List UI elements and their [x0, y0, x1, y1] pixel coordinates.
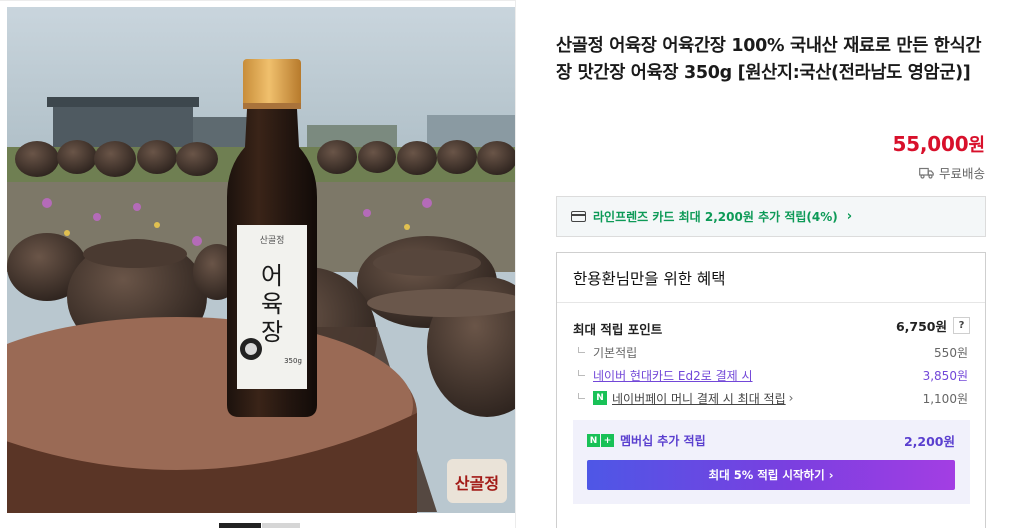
price-amount: 55,000	[892, 132, 969, 156]
membership-row: N + 멤버십 추가 적립 2,200원	[587, 431, 955, 450]
start-membership-button[interactable]: 최대 5% 적립 시작하기 ›	[587, 460, 955, 490]
max-points-label: 최대 적립 포인트	[573, 322, 663, 337]
membership-section: N + 멤버십 추가 적립 2,200원 최대 5% 적립 시작하기 ›	[573, 420, 970, 504]
image-slide-indicator[interactable]	[262, 523, 300, 528]
points-row-link[interactable]: 네이버페이 머니 결제 시 최대 적립	[612, 390, 786, 407]
svg-text:산골정: 산골정	[455, 474, 499, 493]
chevron-right-icon: ›	[846, 209, 853, 224]
points-row-basic: 기본적립 550원	[578, 343, 968, 361]
naver-plus-icon: N +	[587, 434, 614, 447]
price: 55,000 원	[892, 131, 985, 157]
svg-text:350g: 350g	[284, 357, 302, 365]
price-unit: 원	[968, 135, 985, 156]
svg-text:산골정: 산골정	[260, 235, 285, 246]
product-photo-illustration: 산골정 어 육 장 350g 산골정	[7, 7, 515, 513]
card-promo-text: 라인프렌즈 카드 최대 2,200원 추가 적립(4%)	[593, 210, 838, 224]
divider	[557, 302, 985, 303]
membership-label: 멤버십 추가 적립	[620, 434, 706, 448]
tree-branch-icon	[578, 346, 585, 353]
product-image-panel: 산골정 어 육 장 350g 산골정	[0, 0, 516, 528]
product-title: 산골정 어육장 어육간장 100% 국내산 재료로 만든 한식간장 맛간장 어육…	[556, 36, 982, 83]
help-button[interactable]: ?	[953, 317, 970, 334]
image-slide-indicator-active[interactable]	[219, 523, 261, 528]
chevron-right-icon: ›	[828, 468, 834, 482]
points-row-value: 3,850원	[922, 368, 968, 383]
points-row-value: 550원	[934, 345, 968, 360]
member-benefits-panel: 한용환님만을 위한 혜택 최대 적립 포인트 6,750원 ? 기본적립 550…	[556, 252, 986, 528]
max-points: 6,750원 ?	[896, 316, 970, 335]
svg-text:육: 육	[261, 290, 283, 318]
membership-value: 2,200원	[903, 434, 955, 449]
max-points-value: 6,750원	[895, 319, 947, 334]
card-promo-banner[interactable]: 라인프렌즈 카드 최대 2,200원 추가 적립(4%) ›	[556, 196, 986, 237]
points-row-npay-money[interactable]: N 네이버페이 머니 결제 시 최대 적립 › 1,100원	[578, 389, 968, 407]
points-row-value: 1,100원	[922, 391, 968, 406]
truck-icon	[919, 167, 934, 179]
product-info-panel: 산골정 어육장 어육간장 100% 국내산 재료로 만든 한식간장 맛간장 어육…	[517, 0, 1014, 528]
shipping-info: 무료배송	[919, 163, 985, 182]
points-row-hyundai-card[interactable]: 네이버 현대카드 Ed2로 결제 시 3,850원	[578, 366, 968, 384]
points-row-link[interactable]: 네이버 현대카드 Ed2로 결제 시	[593, 367, 753, 384]
shipping-text: 무료배송	[938, 166, 985, 181]
product-photo[interactable]: 산골정 어 육 장 350g 산골정	[7, 7, 515, 513]
points-row-label: 기본적립	[593, 345, 638, 360]
credit-card-icon	[571, 211, 586, 222]
start-membership-label: 최대 5% 적립 시작하기	[708, 468, 825, 482]
tree-branch-icon	[578, 369, 585, 376]
svg-text:어: 어	[261, 262, 283, 290]
chevron-right-icon: ›	[788, 391, 794, 405]
tree-branch-icon	[578, 392, 585, 399]
naver-pay-icon: N	[593, 391, 607, 405]
svg-text:장: 장	[261, 318, 283, 346]
benefits-title: 한용환님만을 위한 혜택	[573, 270, 726, 288]
